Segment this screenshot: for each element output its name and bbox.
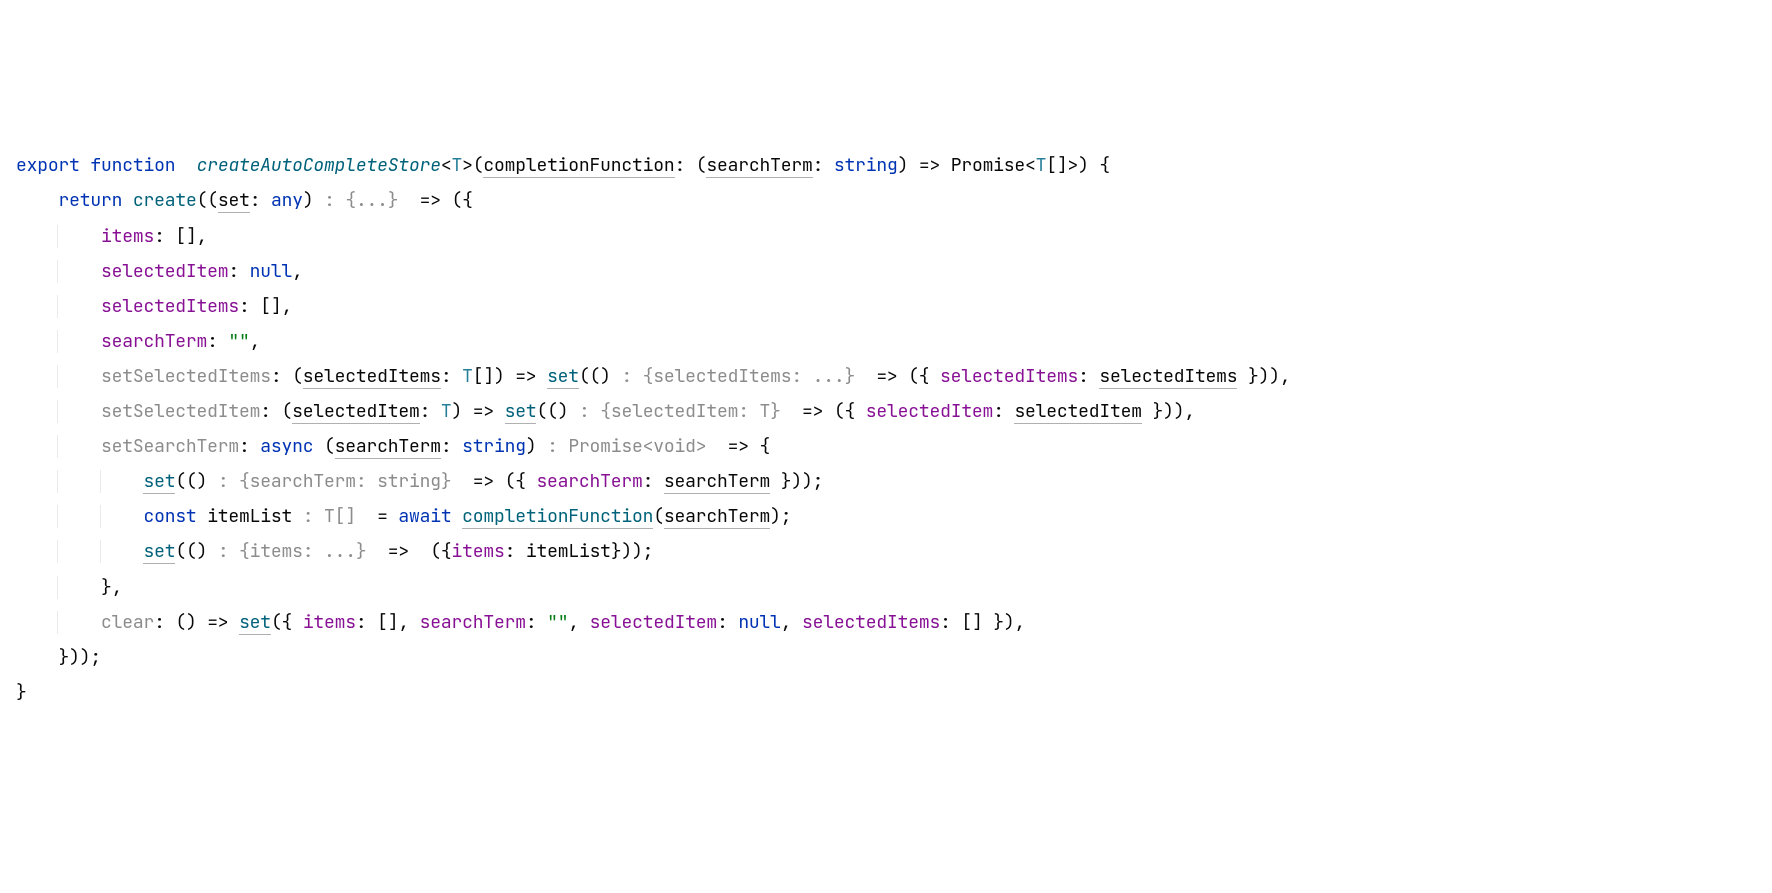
keyword-async: async bbox=[260, 435, 313, 458]
code-line: return create((set: any) : {...} => ({ bbox=[16, 189, 473, 213]
code-line: const itemList : T[] = await completionF… bbox=[16, 505, 791, 528]
prop-setSelectedItems: setSelectedItems bbox=[101, 365, 271, 388]
fn-set: set bbox=[547, 365, 579, 389]
prop-setSearchTerm: setSearchTerm bbox=[101, 435, 239, 458]
code-line: items: [], bbox=[16, 225, 207, 248]
inlay-hint: : {searchTerm: string} bbox=[218, 470, 452, 493]
prop-selectedItem: selectedItem bbox=[101, 260, 228, 283]
inlay-hint: : Promise<void> bbox=[547, 435, 706, 458]
prop-searchTerm: searchTerm bbox=[101, 330, 207, 353]
code-line: }, bbox=[16, 576, 122, 599]
code-line: setSelectedItem: (selectedItem: T) => se… bbox=[16, 400, 1195, 423]
keyword-export: export bbox=[16, 154, 80, 177]
param-selectedItem: selectedItem bbox=[292, 400, 419, 424]
param-set: set bbox=[218, 189, 250, 213]
code-line: selectedItem: null, bbox=[16, 260, 303, 283]
code-line: } bbox=[16, 681, 27, 704]
code-line: setSelectedItems: (selectedItems: T[]) =… bbox=[16, 365, 1291, 388]
string-literal: "" bbox=[228, 330, 249, 353]
prop-setSelectedItem: setSelectedItem bbox=[101, 400, 260, 423]
keyword-function: function bbox=[90, 154, 175, 177]
inlay-hint: : T[] bbox=[303, 505, 356, 528]
inlay-hint: : {selectedItem: T} bbox=[579, 400, 781, 423]
keyword-null: null bbox=[250, 260, 292, 283]
prop-selectedItems: selectedItems bbox=[101, 295, 239, 318]
code-line: set(() : {searchTerm: string} => ({ sear… bbox=[16, 470, 823, 493]
prop-clear: clear bbox=[101, 611, 154, 634]
fn-create: create bbox=[133, 189, 197, 212]
code-line: searchTerm: "", bbox=[16, 330, 260, 353]
param-searchTerm: searchTerm bbox=[706, 154, 812, 178]
code-line: selectedItems: [], bbox=[16, 295, 292, 318]
generic-type: T bbox=[451, 154, 462, 177]
code-line: setSearchTerm: async (searchTerm: string… bbox=[16, 435, 770, 458]
fn-completionFunction: completionFunction bbox=[462, 505, 653, 529]
type-promise: Promise bbox=[951, 154, 1025, 177]
keyword-return: return bbox=[58, 189, 122, 212]
type-string: string bbox=[834, 154, 898, 177]
code-line: clear: () => set({ items: [], searchTerm… bbox=[16, 611, 1025, 634]
inlay-hint: : {items: ...} bbox=[218, 540, 367, 563]
param-completionFunction: completionFunction bbox=[483, 154, 674, 178]
keyword-const: const bbox=[143, 505, 196, 528]
code-line: })); bbox=[16, 646, 101, 669]
id-itemList: itemList bbox=[207, 505, 292, 528]
code-editor[interactable]: export function createAutoCompleteStore<… bbox=[16, 148, 1756, 710]
function-name: createAutoCompleteStore bbox=[197, 154, 441, 177]
keyword-await: await bbox=[398, 505, 451, 528]
code-line: set(() : {items: ...} => ({items: itemLi… bbox=[16, 540, 653, 563]
param-selectedItems: selectedItems bbox=[303, 365, 441, 389]
inlay-hint: : {...} bbox=[324, 189, 398, 212]
prop-items: items bbox=[101, 225, 154, 248]
type-any: any bbox=[271, 189, 303, 212]
code-line: export function createAutoCompleteStore<… bbox=[16, 154, 1110, 178]
inlay-hint: : {selectedItems: ...} bbox=[621, 365, 855, 388]
